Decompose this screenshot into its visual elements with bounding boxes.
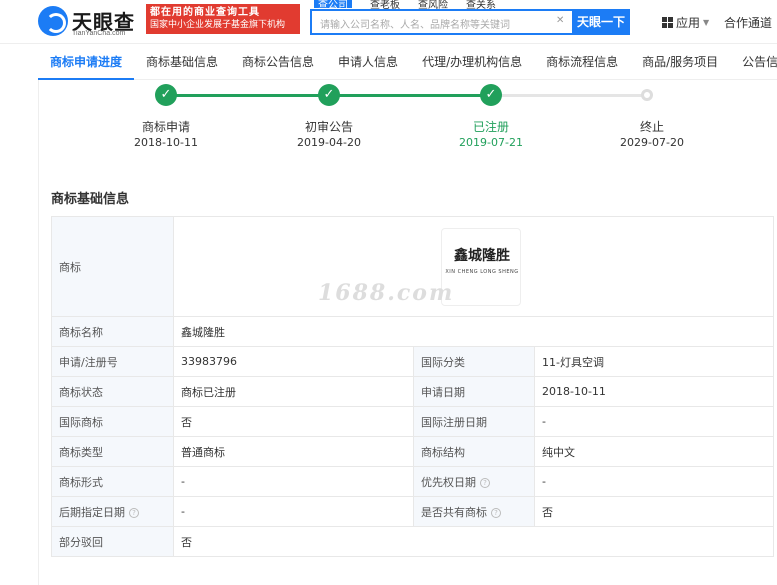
- promo-banner[interactable]: 都在用的商业查询工具 国家中小企业发展子基金旗下机构: [146, 4, 300, 34]
- cell-value: 11-灯具空调: [534, 346, 774, 377]
- timeline-line-pending: [490, 94, 648, 97]
- tab-application-progress[interactable]: 商标申请进度: [38, 44, 135, 80]
- check-icon: ✓: [480, 84, 502, 106]
- search-button[interactable]: 天眼一下: [572, 9, 630, 35]
- step-label: 商标申请: [141, 120, 190, 134]
- logo[interactable]: 天眼查 TianYanCha.com: [38, 4, 138, 40]
- search-tab-relation[interactable]: 查关系: [466, 0, 496, 11]
- top-header: 天眼查 TianYanCha.com 都在用的商业查询工具 国家中小企业发展子基…: [0, 0, 777, 44]
- trademark-image-label: 商标: [51, 216, 174, 317]
- cell-label: 商标结构: [413, 436, 535, 467]
- tab-announcement-info[interactable]: 商标公告信息: [230, 44, 326, 80]
- cell-label: 商标状态: [51, 376, 174, 407]
- banner-line-1: 都在用的商业查询工具: [150, 7, 260, 18]
- trademark-image-cell: 鑫城隆胜 XIN CHENG LONG SHENG: [173, 216, 774, 317]
- section-title: 商标基础信息: [51, 192, 130, 207]
- progress-timeline: ✓ ✓ ✓ 商标申请 2018-10-11 初审公告 2019-04-20 已注…: [0, 80, 777, 160]
- cell-label: 是否共有商标: [421, 505, 487, 519]
- tab-process-info[interactable]: 商标流程信息: [534, 44, 630, 80]
- table-row: 部分驳回 否: [51, 526, 774, 557]
- cell-label-with-help: 后期指定日期?: [51, 496, 174, 527]
- cell-value: 商标已注册: [173, 376, 414, 407]
- clear-icon[interactable]: ✕: [556, 15, 564, 26]
- logo-subtext: TianYanCha.com: [72, 30, 126, 37]
- cell-label: 部分驳回: [51, 526, 174, 557]
- table-row: 后期指定日期? - 是否共有商标? 否: [51, 496, 774, 527]
- step-date: 2019-04-20: [297, 136, 361, 149]
- watermark: 1688.com: [318, 280, 455, 306]
- tab-applicant-info[interactable]: 申请人信息: [326, 44, 410, 80]
- search-tab-boss[interactable]: 查老板: [370, 0, 400, 11]
- cell-label: 申请/注册号: [51, 346, 174, 377]
- cell-label: 商标名称: [51, 316, 174, 347]
- cell-value: 否: [534, 496, 774, 527]
- search-tabs: 查公司 查老板 查风险 查关系: [314, 0, 496, 11]
- help-icon[interactable]: ?: [480, 477, 490, 488]
- cell-value: 2018-10-11: [534, 376, 774, 407]
- cell-label-with-help: 是否共有商标?: [413, 496, 535, 527]
- grid-icon: [662, 17, 673, 28]
- check-icon: ✓: [318, 84, 340, 106]
- table-row: 商标类型 普通商标 商标结构 纯中文: [51, 436, 774, 467]
- table-row: 国际商标 否 国际注册日期 -: [51, 406, 774, 437]
- apps-label: 应用: [676, 16, 701, 30]
- cell-label: 商标形式: [51, 466, 174, 497]
- banner-line-2: 国家中小企业发展子基金旗下机构: [150, 20, 286, 30]
- logo-icon: [38, 6, 68, 36]
- trademark-image-pinyin: XIN CHENG LONG SHENG: [445, 268, 519, 275]
- table-row: 商标状态 商标已注册 申请日期 2018-10-11: [51, 376, 774, 407]
- cell-label: 优先权日期: [421, 475, 476, 489]
- step-label: 初审公告: [304, 120, 353, 134]
- cell-value: 普通商标: [173, 436, 414, 467]
- pending-dot-icon: [641, 89, 653, 101]
- search-tab-risk[interactable]: 查风险: [418, 0, 448, 11]
- table-row: 商标形式 - 优先权日期? -: [51, 466, 774, 497]
- cell-value: -: [534, 406, 774, 437]
- trademark-info-table: 商标 鑫城隆胜 XIN CHENG LONG SHENG 商标名称 鑫城隆胜 申…: [51, 216, 774, 557]
- help-icon[interactable]: ?: [491, 507, 501, 518]
- cell-label: 申请日期: [413, 376, 535, 407]
- chevron-down-icon: ▼: [703, 18, 710, 27]
- cell-label-with-help: 优先权日期?: [413, 466, 535, 497]
- cell-label: 国际分类: [413, 346, 535, 377]
- detail-tabs: 商标申请进度 商标基础信息 商标公告信息 申请人信息 代理/办理机构信息 商标流…: [38, 44, 777, 80]
- cell-value: -: [173, 496, 414, 527]
- apps-menu[interactable]: 应用 ▼: [662, 14, 709, 31]
- search-tab-company[interactable]: 查公司: [314, 0, 352, 11]
- cell-value: -: [173, 466, 414, 497]
- cell-label: 国际商标: [51, 406, 174, 437]
- step-date: 2029-07-20: [620, 136, 684, 149]
- help-icon[interactable]: ?: [129, 507, 139, 518]
- search-input[interactable]: 请输入公司名称、人名、品牌名称等关键词: [310, 9, 572, 35]
- step-date: 2018-10-11: [134, 136, 198, 149]
- cell-label: 商标类型: [51, 436, 174, 467]
- cell-value: 33983796: [173, 346, 414, 377]
- table-row: 商标名称 鑫城隆胜: [51, 316, 774, 347]
- cell-value: 纯中文: [534, 436, 774, 467]
- check-icon: ✓: [155, 84, 177, 106]
- tab-basic-info[interactable]: 商标基础信息: [134, 44, 230, 80]
- trademark-image-text: 鑫城隆胜: [454, 247, 510, 264]
- cell-label: 后期指定日期: [59, 505, 125, 519]
- cell-value: 鑫城隆胜: [173, 316, 774, 347]
- step-date: 2019-07-21: [459, 136, 523, 149]
- coop-link[interactable]: 合作通道: [724, 14, 772, 31]
- cell-value: 否: [173, 406, 414, 437]
- tab-agency-info[interactable]: 代理/办理机构信息: [410, 44, 534, 80]
- tab-notice-info[interactable]: 公告信息: [730, 44, 777, 80]
- cell-label: 国际注册日期: [413, 406, 535, 437]
- cell-value: -: [534, 466, 774, 497]
- tab-goods-services[interactable]: 商品/服务项目: [630, 44, 730, 80]
- table-row: 申请/注册号 33983796 国际分类 11-灯具空调: [51, 346, 774, 377]
- step-label: 已注册: [472, 120, 509, 134]
- step-label: 终止: [639, 120, 664, 134]
- cell-value: 否: [173, 526, 774, 557]
